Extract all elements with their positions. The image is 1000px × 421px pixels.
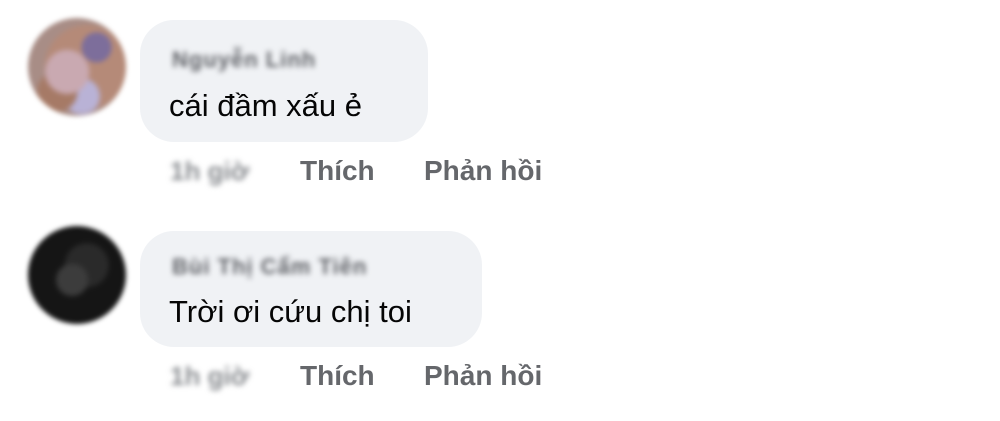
- comment-bubble: Bùi Thị Cẩm Tiên Trời ơi cứu chị toi: [140, 231, 482, 347]
- comment-timestamp[interactable]: 1h giờ: [170, 156, 249, 187]
- comment-bubble: Nguyễn Linh cái đầm xấu ẻ: [140, 20, 428, 142]
- like-button[interactable]: Thích: [300, 155, 375, 187]
- comment-actions: 1h giờ Thích Phản hồi: [170, 358, 770, 398]
- comment-timestamp[interactable]: 1h giờ: [170, 361, 249, 392]
- avatar[interactable]: [28, 226, 126, 324]
- reply-button[interactable]: Phản hồi: [424, 360, 542, 392]
- comment-text: cái đầm xấu ẻ: [169, 88, 362, 123]
- comment-author[interactable]: Nguyễn Linh: [172, 47, 316, 73]
- comment-actions: 1h giờ Thích Phản hồi: [170, 153, 770, 193]
- comment-author[interactable]: Bùi Thị Cẩm Tiên: [172, 254, 367, 280]
- reply-button[interactable]: Phản hồi: [424, 155, 542, 187]
- comment-text: Trời ơi cứu chị toi: [169, 294, 412, 329]
- avatar[interactable]: [28, 18, 126, 116]
- like-button[interactable]: Thích: [300, 360, 375, 392]
